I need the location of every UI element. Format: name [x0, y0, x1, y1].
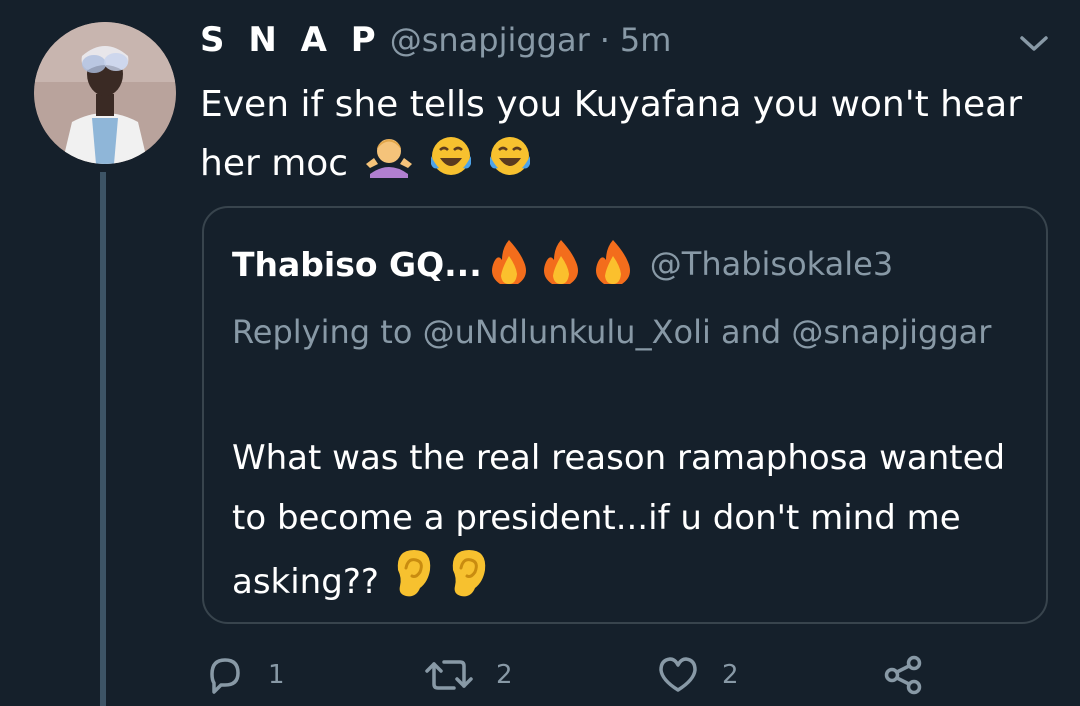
quoted-tweet-card[interactable]: Thabiso GQ... @Thabisokale3 Replying to …: [202, 206, 1048, 624]
thread-line: [100, 172, 106, 706]
like-button[interactable]: 2: [656, 654, 739, 696]
user-handle[interactable]: @snapjiggar: [390, 21, 590, 59]
ear-emoji: [394, 548, 434, 619]
avatar[interactable]: [34, 22, 176, 164]
fire-emoji: [588, 238, 638, 290]
reply-icon: [210, 658, 240, 694]
reply-button[interactable]: 1: [204, 654, 285, 696]
chevron-down-icon[interactable]: [1016, 30, 1052, 56]
share-button[interactable]: [882, 654, 926, 696]
tears-of-joy-emoji: [429, 134, 473, 196]
retweet-icon: [425, 660, 473, 690]
tweet-text: Even if she tells you Kuyafana you won't…: [200, 76, 1040, 196]
retweet-button[interactable]: 2: [424, 654, 513, 696]
tweet-header: S N A P @snapjiggar · 5m: [200, 20, 671, 64]
separator-dot: ·: [599, 21, 610, 59]
ear-emoji: [449, 548, 489, 619]
tweet-text-content: Even if she tells you Kuyafana you won't…: [200, 84, 1023, 184]
share-icon: [884, 655, 922, 695]
quoted-tweet-header: Thabiso GQ... @Thabisokale3: [232, 238, 893, 290]
like-count: 2: [722, 660, 739, 690]
fire-emoji: [484, 238, 534, 290]
retweet-count: 2: [496, 660, 513, 690]
reply-count: 1: [268, 660, 285, 690]
display-name[interactable]: S N A P: [200, 20, 382, 60]
replying-to: Replying to @uNdlunkulu_Xoli and @snapji…: [232, 313, 992, 351]
tweet[interactable]: S N A P @snapjiggar · 5m Even if she tel…: [0, 0, 1080, 706]
quoted-tweet-text-content: What was the real reason ramaphosa wante…: [232, 438, 1006, 602]
tears-of-joy-emoji: [488, 134, 532, 196]
person-shrugging-emoji: [364, 134, 414, 196]
tweet-actions: 1 2 2: [200, 654, 960, 704]
quoted-tweet-text: What was the real reason ramaphosa wante…: [232, 428, 1032, 619]
quoted-display-name: Thabiso GQ...: [232, 244, 482, 284]
timestamp[interactable]: 5m: [620, 21, 672, 59]
quoted-user-handle: @Thabisokale3: [649, 245, 894, 283]
fire-emoji: [536, 238, 586, 290]
heart-icon: [659, 657, 697, 692]
